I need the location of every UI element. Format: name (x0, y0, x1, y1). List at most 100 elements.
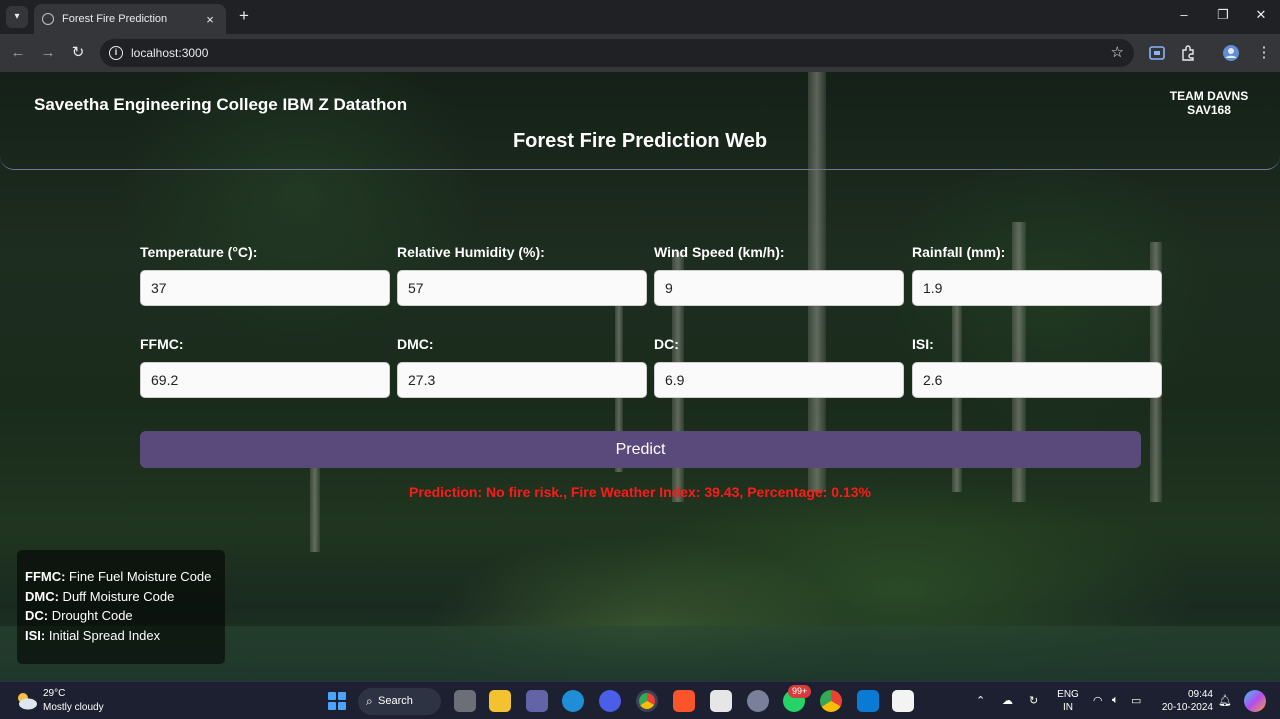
search-icon: ⌕ (366, 694, 373, 708)
task-view-icon[interactable] (454, 690, 476, 712)
minimize-icon[interactable]: – (1174, 7, 1194, 22)
legend-item: DMC: Duff Moisture Code (25, 587, 225, 607)
team-id: SAV168 (1187, 103, 1231, 117)
temperature-label: Temperature (°C): (140, 244, 258, 260)
snipping-tool-icon[interactable] (892, 690, 914, 712)
screen-cast-icon[interactable] (1148, 44, 1166, 62)
humidity-input[interactable] (397, 270, 647, 306)
show-hidden-icons-icon[interactable]: ⌃ (976, 694, 985, 707)
dmc-field: DMC: (397, 336, 647, 398)
isi-label: ISI: (912, 336, 934, 352)
dc-field: DC: (654, 336, 904, 398)
browser-toolbar: ← → ↻ i localhost:3000 ☆ ⋮ (0, 34, 1280, 72)
app-icon[interactable] (747, 690, 769, 712)
weather-description[interactable]: Mostly cloudy (43, 702, 104, 713)
wind-speed-field: Wind Speed (km/h): (654, 244, 904, 306)
college-name: Saveetha Engineering College IBM Z Datat… (34, 95, 408, 114)
legend-item: DC: Drought Code (25, 606, 225, 626)
temperature-field: Temperature (°C): (140, 244, 390, 306)
close-window-icon[interactable]: ✕ (1251, 7, 1271, 23)
windows-start-icon[interactable] (328, 692, 346, 710)
language-code: ENG (1057, 689, 1079, 700)
new-tab-icon[interactable]: + (234, 6, 254, 26)
page-header: Saveetha Engineering College IBM Z Datat… (0, 72, 1280, 170)
dmc-input[interactable] (397, 362, 647, 398)
dc-input[interactable] (654, 362, 904, 398)
site-info-icon[interactable]: i (109, 46, 123, 60)
weather-temperature[interactable]: 29°C (43, 688, 65, 699)
tab-strip: ▾ Forest Fire Prediction × + – ❐ ✕ (0, 0, 1280, 34)
team-name: TEAM DAVNS (1169, 89, 1249, 103)
wind-speed-input[interactable] (654, 270, 904, 306)
back-icon[interactable]: ← (8, 43, 28, 63)
weather-cloudy-icon[interactable] (14, 690, 38, 712)
ffmc-label: FFMC: (140, 336, 184, 352)
ffmc-input[interactable] (140, 362, 390, 398)
tab-search-icon[interactable]: ▾ (6, 6, 28, 28)
brave-icon[interactable] (673, 690, 695, 712)
onedrive-icon[interactable]: ☁ (1002, 694, 1013, 707)
chrome-profile-icon[interactable] (820, 690, 842, 712)
isi-input[interactable] (912, 362, 1162, 398)
tab-forest-fire[interactable]: Forest Fire Prediction × (34, 4, 226, 34)
address-bar[interactable]: i localhost:3000 ☆ (100, 39, 1134, 67)
globe-icon (42, 13, 54, 25)
notifications-bell-icon[interactable]: 🔔︎ (1218, 694, 1232, 707)
rainfall-input[interactable] (912, 270, 1162, 306)
rainfall-field: Rainfall (mm): (912, 244, 1162, 306)
legend-desc: Fine Fuel Moisture Code (65, 569, 212, 584)
extensions-icon[interactable] (1179, 44, 1197, 62)
wind-speed-label: Wind Speed (km/h): (654, 244, 785, 260)
legend-desc: Initial Spread Index (45, 627, 161, 643)
humidity-label: Relative Humidity (%): (397, 244, 545, 260)
clock-time: 09:44 (1187, 689, 1213, 700)
battery-icon[interactable]: ▭ (1131, 694, 1141, 707)
rainfall-label: Rainfall (mm): (912, 244, 1006, 260)
predict-button[interactable]: Predict (140, 431, 1141, 468)
browser-menu-icon[interactable]: ⋮ (1254, 43, 1274, 63)
humidity-field: Relative Humidity (%): (397, 244, 647, 306)
page-viewport: Saveetha Engineering College IBM Z Datat… (0, 72, 1280, 681)
vscode-icon[interactable] (857, 690, 879, 712)
dc-label: DC: (654, 336, 679, 352)
bookmark-star-icon[interactable]: ☆ (1111, 43, 1124, 61)
ffmc-field: FFMC: (140, 336, 390, 398)
legend-abbr: ISI: (25, 627, 46, 643)
temperature-input[interactable] (140, 270, 390, 306)
legend-item: ISI: Initial Spread Index (25, 626, 225, 646)
language-indicator[interactable]: ENG IN (1056, 688, 1080, 714)
clock-date: 20-10-2024 (1161, 702, 1213, 713)
sync-icon[interactable]: ↻ (1029, 694, 1038, 707)
notification-badge: 99+ (788, 685, 812, 698)
page-title: Forest Fire Prediction Web (512, 130, 768, 152)
abbreviation-legend: FFMC: Fine Fuel Moisture Code DMC: Duff … (17, 550, 225, 664)
maximize-icon[interactable]: ❐ (1213, 7, 1233, 23)
copilot-app-icon[interactable] (599, 690, 621, 712)
copilot-icon[interactable] (1244, 690, 1266, 712)
team-info: TEAM DAVNS SAV168 (1150, 89, 1268, 117)
language-region: IN (1063, 702, 1073, 713)
search-label: Search (378, 695, 413, 707)
reload-icon[interactable]: ↻ (68, 43, 88, 63)
legend-abbr: FFMC: (25, 569, 66, 584)
teams-icon[interactable] (526, 690, 548, 712)
dmc-label: DMC: (397, 336, 434, 352)
file-explorer-icon[interactable] (489, 690, 511, 712)
legend-desc: Drought Code (48, 608, 133, 623)
forward-icon[interactable]: → (38, 43, 58, 63)
close-tab-icon[interactable]: × (202, 12, 218, 27)
url-text: localhost:3000 (131, 46, 209, 60)
taskbar: 29°C Mostly cloudy ⌕ Search 99+ ⌃ ☁ ↻ EN… (0, 681, 1280, 719)
wifi-icon[interactable]: ◠ (1093, 694, 1103, 707)
volume-icon[interactable]: 🔈︎ (1112, 694, 1119, 707)
legend-item: FFMC: Fine Fuel Moisture Code (25, 567, 225, 587)
microsoft-store-icon[interactable] (710, 690, 732, 712)
chrome-icon[interactable] (636, 690, 658, 712)
isi-field: ISI: (912, 336, 1162, 398)
system-clock[interactable]: 09:44 20-10-2024 (1155, 688, 1213, 714)
edge-icon[interactable] (562, 690, 584, 712)
legend-abbr: DMC: (25, 588, 59, 604)
profile-avatar-icon[interactable] (1222, 44, 1240, 62)
taskbar-search[interactable]: ⌕ Search (358, 688, 441, 715)
legend-abbr: DC: (25, 608, 49, 623)
